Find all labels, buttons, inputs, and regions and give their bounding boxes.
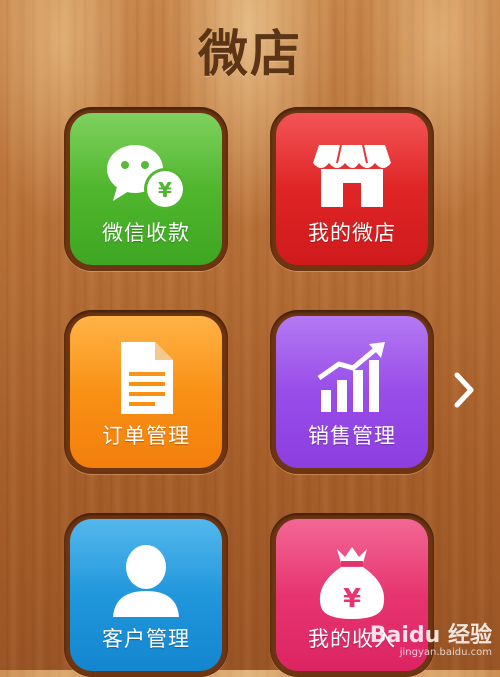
watermark-logo: Baidu 经验 <box>369 623 492 648</box>
tile-frame: 订单管理 <box>64 310 228 474</box>
document-icon <box>70 338 222 418</box>
customer-management-tile[interactable]: 客户管理 <box>70 519 222 671</box>
wechat-pay-tile[interactable]: ¥ 微信收款 <box>70 113 222 265</box>
wechat-pay-icon: ¥ <box>70 135 222 215</box>
tile-frame: 销售管理 <box>270 310 434 474</box>
person-icon <box>70 541 222 621</box>
tile-frame: 客户管理 <box>64 513 228 677</box>
tile-label: 我的微店 <box>308 221 396 245</box>
shop-icon <box>276 135 428 215</box>
tile-label: 微信收款 <box>102 221 190 245</box>
order-management-tile[interactable]: 订单管理 <box>70 316 222 468</box>
svg-text:¥: ¥ <box>158 178 172 202</box>
tile-frame: ¥ 微信收款 <box>64 107 228 271</box>
tile-label: 客户管理 <box>102 627 190 651</box>
sales-management-tile[interactable]: 销售管理 <box>276 316 428 468</box>
my-shop-tile[interactable]: 我的微店 <box>276 113 428 265</box>
watermark: Baidu 经验 jingyan.baidu.com <box>370 617 492 658</box>
next-page-button[interactable] <box>450 370 478 410</box>
svg-text:¥: ¥ <box>343 584 361 614</box>
tile-label: 销售管理 <box>308 424 396 448</box>
sales-chart-icon <box>276 338 428 418</box>
tile-frame: 我的微店 <box>270 107 434 271</box>
tile-label: 订单管理 <box>102 424 190 448</box>
page-title: 微店 <box>198 25 302 83</box>
money-bag-icon: ¥ <box>276 541 428 621</box>
chevron-right-icon <box>454 372 474 408</box>
